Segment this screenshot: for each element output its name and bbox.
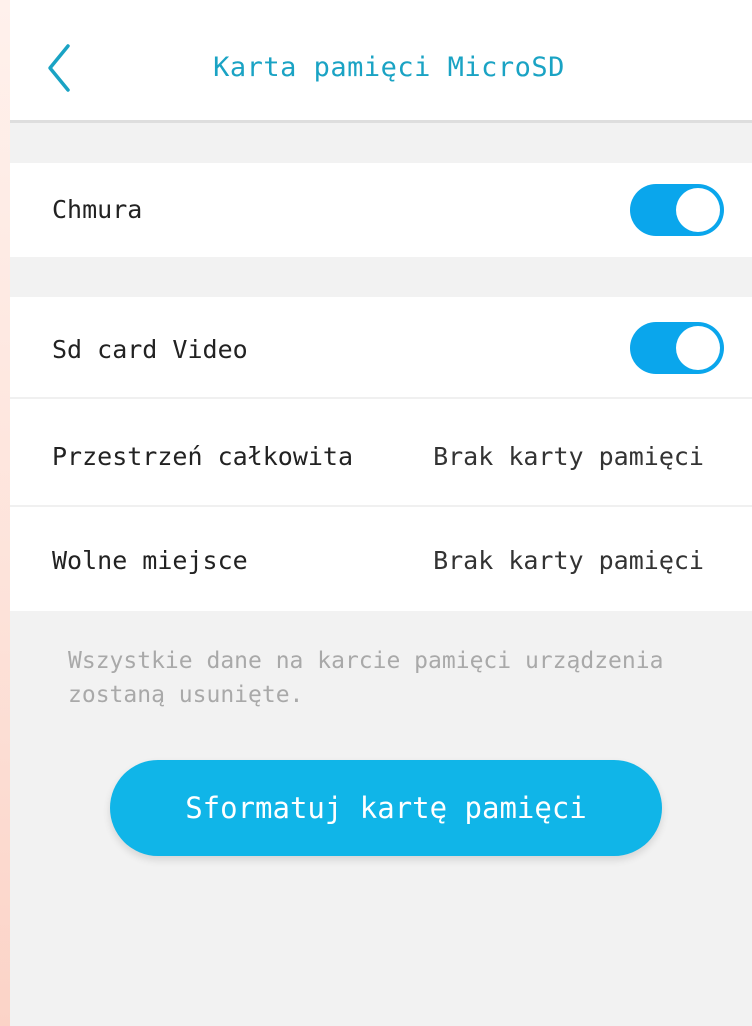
page-title-text: Karta pamięci MicroSD <box>213 52 565 83</box>
total-space-label: Przestrzeń całkowita <box>52 442 354 471</box>
free-space-value: Brak karty pamięci <box>433 546 704 575</box>
sd-card-group: Sd card Video Przestrzeń całkowita Brak … <box>10 297 752 611</box>
background-edge <box>0 0 10 1026</box>
format-card-button[interactable]: Sformatuj kartę pamięci <box>110 760 662 856</box>
screen: Karta pamięci MicroSD Chmura Sd card Vid… <box>10 0 752 1026</box>
sd-video-toggle[interactable] <box>630 322 724 374</box>
format-warning-text: Wszystkie dane na karcie pamięci urządze… <box>68 648 664 708</box>
total-space-value: Brak karty pamięci <box>433 442 704 471</box>
divider <box>10 397 752 399</box>
sd-video-label: Sd card Video <box>52 335 248 364</box>
cloud-row: Chmura <box>10 163 752 257</box>
cloud-label: Chmura <box>52 195 143 224</box>
page-title: Karta pamięci MicroSD <box>10 48 752 88</box>
divider <box>10 505 752 507</box>
free-space-label: Wolne miejsce <box>52 546 248 575</box>
toggle-knob <box>676 326 720 370</box>
toggle-knob <box>676 188 720 232</box>
cloud-toggle[interactable] <box>630 184 724 236</box>
top-bar: Karta pamięci MicroSD <box>10 0 752 123</box>
